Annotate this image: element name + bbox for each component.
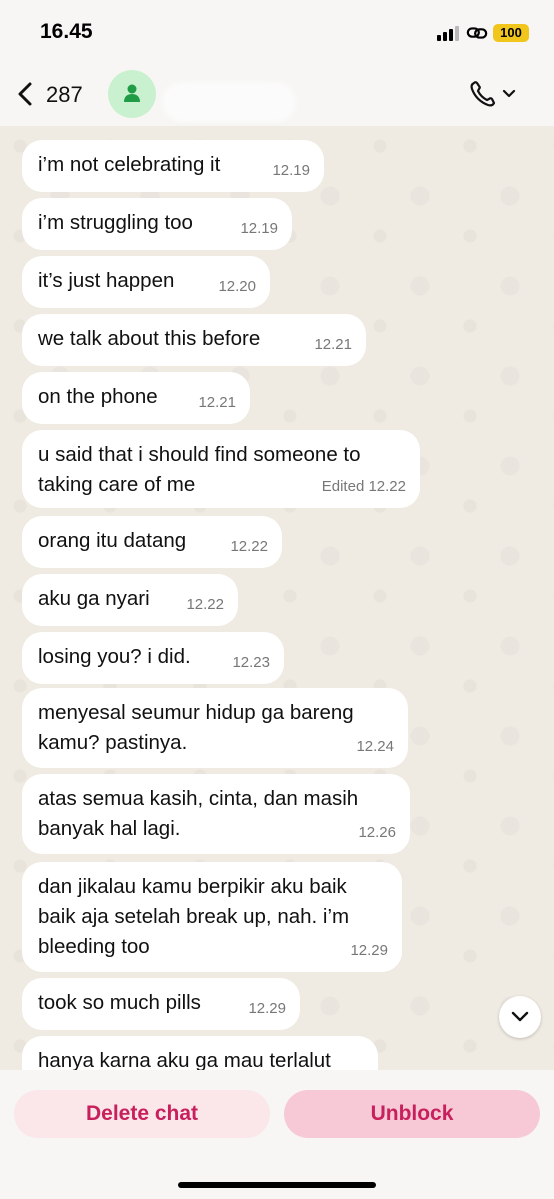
status-bar: 16.45 100 <box>0 0 554 62</box>
chat-header: 287 <box>0 62 554 126</box>
signal-icon <box>437 26 459 41</box>
message-text: took so much pills <box>38 991 201 1014</box>
message-time: 12.22 <box>230 538 268 555</box>
bottom-action-bar: Delete chat Unblock <box>0 1070 554 1199</box>
message-time: 12.23 <box>232 654 270 671</box>
message-text: dan jikalau kamu berpikir aku baik baik … <box>38 875 350 958</box>
status-time: 16.45 <box>40 20 93 43</box>
message-text: i’m not celebrating it <box>38 153 221 176</box>
message-time: 12.19 <box>272 162 310 179</box>
message-time: 12.26 <box>358 824 396 841</box>
message-bubble[interactable]: orang itu datang 12.22 <box>22 516 282 568</box>
message-bubble[interactable]: we talk about this before 12.21 <box>22 314 366 366</box>
message-time: Edited 12.22 <box>321 478 406 495</box>
message-bubble[interactable]: i’m not celebrating it 12.19 <box>22 140 324 192</box>
message-bubble[interactable]: took so much pills 12.29 <box>22 978 300 1030</box>
message-bubble[interactable]: hanya karna aku ga mau terlalut <box>22 1036 378 1070</box>
message-bubble[interactable]: it’s just happen 12.20 <box>22 256 270 308</box>
scroll-down-button[interactable] <box>499 996 541 1038</box>
message-time: 12.21 <box>198 394 236 411</box>
message-time: 12.24 <box>356 738 394 755</box>
message-time: 12.22 <box>186 596 224 613</box>
link-icon <box>466 27 488 39</box>
home-indicator[interactable] <box>178 1182 376 1188</box>
battery-icon: 100 <box>493 24 529 42</box>
message-bubble[interactable]: i’m struggling too 12.19 <box>22 198 292 250</box>
message-bubble[interactable]: menyesal seumur hidup ga bareng kamu? pa… <box>22 688 408 768</box>
message-bubble[interactable]: dan jikalau kamu berpikir aku baik baik … <box>22 862 402 972</box>
chevron-down-icon <box>511 1011 529 1022</box>
chat-area[interactable]: i’m not celebrating it 12.19 i’m struggl… <box>0 126 554 1070</box>
message-text: we talk about this before <box>38 327 261 350</box>
message-time: 12.29 <box>350 942 388 959</box>
message-time: 12.20 <box>218 278 256 295</box>
message-bubble[interactable]: on the phone 12.21 <box>22 372 250 424</box>
message-text: menyesal seumur hidup ga bareng kamu? pa… <box>38 701 354 754</box>
message-bubble[interactable]: losing you? i did. 12.23 <box>22 632 284 684</box>
unread-count[interactable]: 287 <box>46 82 83 108</box>
call-icon[interactable] <box>468 78 520 110</box>
message-time: 12.21 <box>314 336 352 353</box>
message-text: atas semua kasih, cinta, dan masih banya… <box>38 787 359 840</box>
unblock-button[interactable]: Unblock <box>284 1090 540 1138</box>
message-bubble[interactable]: atas semua kasih, cinta, dan masih banya… <box>22 774 410 854</box>
message-bubble[interactable]: u said that i should find someone to tak… <box>22 430 420 508</box>
message-text: hanya karna aku ga mau terlalut <box>38 1049 331 1070</box>
back-icon[interactable] <box>12 80 40 108</box>
contact-name-redacted[interactable] <box>162 82 296 122</box>
message-bubble[interactable]: aku ga nyari 12.22 <box>22 574 238 626</box>
avatar[interactable] <box>108 70 156 118</box>
delete-chat-button[interactable]: Delete chat <box>14 1090 270 1138</box>
person-icon <box>124 84 140 102</box>
message-time: 12.19 <box>240 220 278 237</box>
message-time: 12.29 <box>248 1000 286 1017</box>
